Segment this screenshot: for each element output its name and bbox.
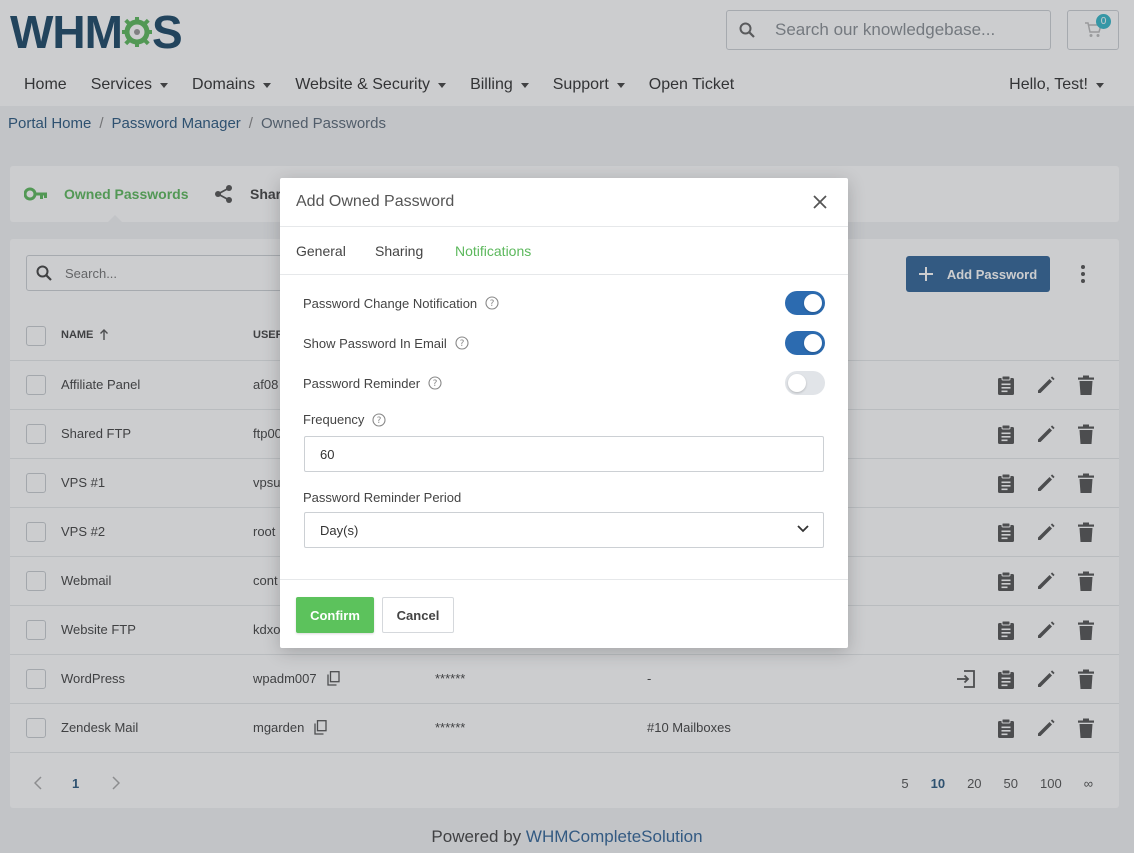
tab-notifications[interactable]: Notifications <box>455 243 531 259</box>
modal-header: Add Owned Password <box>280 178 848 227</box>
help-icon[interactable]: ? <box>372 412 386 427</box>
show-password-in-email-row: Show Password In Email ? <box>303 331 825 355</box>
show-password-in-email-toggle[interactable] <box>785 331 825 355</box>
help-icon[interactable]: ? <box>485 296 499 310</box>
add-owned-password-modal: Add Owned Password General Sharing Notif… <box>280 178 848 648</box>
confirm-button[interactable]: Confirm <box>296 597 374 633</box>
svg-text:?: ? <box>490 299 495 309</box>
frequency-label: Frequency ? <box>303 412 386 427</box>
password-reminder-row: Password Reminder ? <box>303 371 825 395</box>
password-reminder-period-label: Password Reminder Period <box>303 490 462 505</box>
password-reminder-period-select[interactable]: Day(s) <box>304 512 824 548</box>
frequency-input[interactable]: 60 <box>304 436 824 472</box>
password-change-notification-toggle[interactable] <box>785 291 825 315</box>
password-change-notification-row: Password Change Notification ? <box>303 291 825 315</box>
tab-general[interactable]: General <box>296 243 346 259</box>
svg-text:?: ? <box>433 379 438 389</box>
modal-tabs: General Sharing Notifications <box>280 227 848 275</box>
svg-text:?: ? <box>377 416 382 426</box>
modal-footer: Confirm Cancel <box>280 579 848 648</box>
help-icon[interactable]: ? <box>455 336 469 350</box>
password-reminder-toggle[interactable] <box>785 371 825 395</box>
cancel-button[interactable]: Cancel <box>382 597 454 633</box>
close-icon[interactable] <box>812 194 828 210</box>
svg-text:?: ? <box>459 339 464 349</box>
chevron-down-icon <box>797 525 809 533</box>
modal-title: Add Owned Password <box>296 193 455 210</box>
help-icon[interactable]: ? <box>428 376 442 390</box>
tab-sharing[interactable]: Sharing <box>375 243 423 259</box>
